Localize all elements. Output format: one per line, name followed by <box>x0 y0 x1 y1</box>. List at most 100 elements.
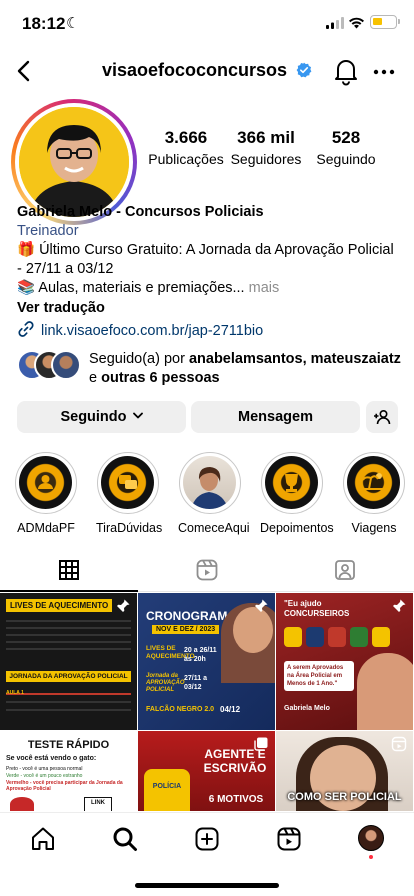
carousel-icon <box>254 737 268 751</box>
grid-post-3[interactable]: "Eu ajudo CONCURSEIROS A serem Aprovados… <box>276 593 413 730</box>
highlight-depoimentos[interactable]: Depoimentos <box>260 452 334 535</box>
highlight-tiraduvidas[interactable]: TiraDúvidas <box>96 452 163 535</box>
tab-posts-grid[interactable] <box>57 558 81 582</box>
profile-name: Gabriela Melo - Concursos Policiais <box>17 204 264 220</box>
people-icon <box>38 475 53 489</box>
nav-create[interactable] <box>193 825 221 853</box>
nav-home[interactable] <box>29 825 57 853</box>
nav-reels[interactable] <box>275 825 303 853</box>
mutual-follower-avatars <box>17 350 81 382</box>
tab-tagged[interactable] <box>333 558 357 582</box>
highlight-label: TiraDúvidas <box>96 521 163 535</box>
profile-category[interactable]: Treinador <box>17 222 402 241</box>
avatar <box>358 825 384 851</box>
link-icon <box>18 321 34 337</box>
following-button[interactable]: Seguindo <box>17 401 186 433</box>
nav-profile[interactable] <box>358 825 386 859</box>
highlight-label: Depoimentos <box>260 521 334 535</box>
bio-more-link[interactable]: mais <box>249 280 280 296</box>
reels-icon <box>196 559 218 581</box>
create-post-icon <box>195 827 219 851</box>
bell-icon <box>335 60 357 86</box>
wifi-icon <box>349 17 364 29</box>
see-translation-link[interactable]: Ver tradução <box>17 299 402 318</box>
chevron-down-icon <box>132 412 143 419</box>
tagged-user-icon <box>335 560 355 580</box>
followed-by-names: anabelamsantos, mateuszaiatz <box>188 351 401 367</box>
highlight-comeceaqui[interactable]: ComeceAqui <box>178 452 250 535</box>
highlight-viagens[interactable]: Viagens <box>342 452 406 535</box>
search-icon <box>113 827 137 851</box>
status-bar: 18:12 ☾ <box>0 0 414 48</box>
chat-icon <box>119 475 137 489</box>
following-count-value: 528 <box>331 128 361 147</box>
post-title: LIVES DE AQUECIMENTO <box>6 599 113 612</box>
highlight-cover <box>343 452 405 514</box>
ellipsis-icon <box>373 69 395 75</box>
grid-post-5[interactable]: AGENTE E ESCRIVÃO POLÍCIA 6 MOTIVOS <box>138 731 275 811</box>
profile-bio: Gabriela Melo - Concursos Policiais Trei… <box>17 203 402 318</box>
followers-count[interactable]: 366 mil Seguidores <box>228 128 304 167</box>
beach-icon <box>361 473 385 490</box>
avatar <box>51 350 81 380</box>
highlight-label: ComeceAqui <box>178 521 250 535</box>
followed-by-text: Seguido(a) por anabelamsantos, mateuszai… <box>89 350 409 388</box>
cellular-signal-icon <box>326 17 344 29</box>
message-button-label: Mensagem <box>238 409 313 425</box>
message-button[interactable]: Mensagem <box>191 401 360 433</box>
bio-link[interactable]: link.visaoefoco.com.br/jap-2711bio <box>17 320 263 339</box>
suggested-users-button[interactable] <box>366 401 398 433</box>
profile-tabs <box>0 548 414 592</box>
bio-line-1: 🎁 Último Curso Gratuito: A Jornada da Ap… <box>17 242 394 277</box>
posts-count-label: Publicações <box>148 151 224 167</box>
post-badge: AULA 1 <box>6 690 24 696</box>
trophy-icon <box>285 474 298 492</box>
post-caption: COMO SER POLICIAL <box>287 791 402 803</box>
reels-icon <box>391 736 407 752</box>
post-callout: A serem Aprovados na Área Policial em Me… <box>284 661 354 691</box>
highlight-admdapf[interactable]: ADMdaPF <box>14 452 78 535</box>
bio-link-text: link.visaoefoco.com.br/jap-2711bio <box>41 323 264 339</box>
post-quote: "Eu ajudo CONCURSEIROS <box>284 599 350 618</box>
post-link-button: LINK <box>84 797 112 811</box>
post-lives-dates: 20 a 26/11 às 20h <box>184 647 217 663</box>
battery-icon <box>370 15 400 29</box>
moon-icon: ☾ <box>66 15 80 32</box>
more-options-button[interactable] <box>370 56 398 86</box>
pinned-icon <box>255 599 268 612</box>
verified-badge-icon <box>296 62 312 78</box>
post-subtitle: JORNADA DA APROVAÇÃO POLICIAL <box>6 671 131 682</box>
highlight-label: ADMdaPF <box>17 521 75 535</box>
following-count[interactable]: 528 Seguindo <box>312 128 380 167</box>
followers-count-label: Seguidores <box>230 151 302 167</box>
following-count-label: Seguindo <box>316 151 376 167</box>
pinned-icon <box>117 599 130 612</box>
post-subtitle: 6 MOTIVOS <box>208 794 264 805</box>
nav-search[interactable] <box>111 825 139 853</box>
grid-post-1[interactable]: LIVES DE AQUECIMENTO JORNADA DA APROVAÇÃ… <box>0 593 137 730</box>
bio-line-2: 📚 Aulas, materiais e premiações... <box>17 280 245 296</box>
post-line-3: Verde - você é um pouco estranho <box>6 773 83 779</box>
posts-count[interactable]: 3.666 Publicações <box>148 128 224 167</box>
followed-by[interactable]: Seguido(a) por anabelamsantos, mateuszai… <box>17 350 402 386</box>
reels-icon <box>277 827 301 851</box>
active-tab-indicator <box>0 590 138 592</box>
notifications-button[interactable] <box>332 56 360 86</box>
bottom-navigation <box>0 812 414 896</box>
avatar <box>19 107 129 217</box>
notification-dot <box>369 855 373 859</box>
highlight-label: Viagens <box>351 521 397 535</box>
post-jornada-dates: 27/11 a 03/12 <box>184 675 207 691</box>
grid-post-2[interactable]: CRONOGRAMA NOV E DEZ / 2023 LIVES DE AQU… <box>138 593 275 730</box>
status-time: 18:12 <box>22 14 66 33</box>
add-user-icon <box>374 409 391 425</box>
post-falcao-label: FALCÃO NEGRO 2.0 <box>146 706 215 713</box>
person-photo <box>191 467 228 509</box>
grid-post-6[interactable]: COMO SER POLICIAL <box>276 731 413 811</box>
home-indicator <box>135 883 279 888</box>
tab-reels[interactable] <box>195 558 219 582</box>
followed-by-others: outras 6 pessoas <box>101 370 220 386</box>
followers-count-value: 366 mil <box>237 128 295 147</box>
post-falcao-date: 04/12 <box>220 705 241 714</box>
grid-post-4[interactable]: TESTE RÁPIDO Se você está vendo o gato: … <box>0 731 137 811</box>
